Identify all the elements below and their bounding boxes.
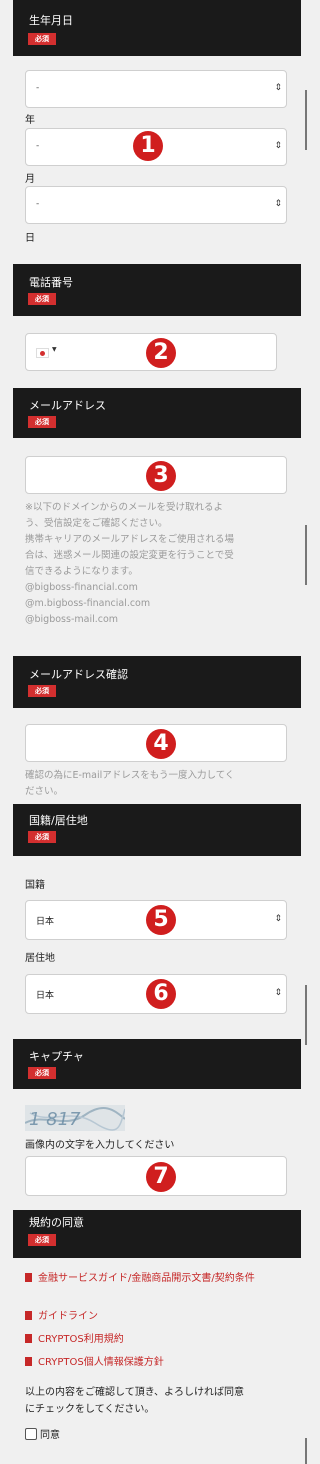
- note-line: 携帯キャリアのメールアドレスをご使用される場: [25, 534, 235, 545]
- section-title-birthdate: 生年月日: [29, 14, 73, 27]
- birth-day-label: 日: [25, 233, 35, 244]
- birth-year-label: 年: [25, 115, 35, 126]
- section-title-email-confirm: メールアドレス確認: [29, 668, 128, 681]
- section-header-terms: 規約の同意 必須: [13, 1210, 301, 1258]
- chevron-updown-icon: ⇕: [274, 141, 282, 151]
- scrollbar-thumb[interactable]: [305, 90, 307, 150]
- doc-link-cryptos-privacy[interactable]: CRYPTOS個人情報保護方針: [25, 1354, 291, 1371]
- document-icon: [25, 1357, 32, 1366]
- required-badge: 必須: [28, 1067, 56, 1079]
- doc-link-label: CRYPTOS利用規約: [38, 1334, 124, 1345]
- captcha-instruction: 画像内の文字を入力してください: [25, 1140, 175, 1151]
- note-line: 信できるようになります。: [25, 566, 138, 577]
- flag-japan-icon[interactable]: [36, 348, 49, 358]
- doc-link-label: CRYPTOS個人情報保護方針: [38, 1357, 164, 1368]
- scrollbar-thumb[interactable]: [305, 1438, 307, 1464]
- doc-link-financial-guide[interactable]: 金融サービスガイド/金融商品開示文書/契約条件: [25, 1270, 291, 1287]
- section-title-email: メールアドレス: [29, 399, 106, 412]
- captcha-text: 1 817: [29, 1109, 81, 1130]
- doc-link-cryptos-terms[interactable]: CRYPTOS利用規約: [25, 1331, 291, 1348]
- birth-year-select[interactable]: - ⇕: [25, 70, 287, 108]
- email-domain-note: ※以下のドメインからのメールを受け取れるよ う、受信設定をご確認ください。 携帯…: [25, 500, 287, 628]
- required-badge: 必須: [28, 1234, 56, 1246]
- required-badge: 必須: [28, 831, 56, 843]
- document-icon: [25, 1311, 32, 1320]
- notice-line: 以上の内容をご確認して頂き、よろしければ同意: [25, 1387, 244, 1398]
- annotation-badge: 3: [146, 461, 176, 491]
- annotation-badge: 2: [146, 338, 176, 368]
- birth-month-label: 月: [25, 174, 35, 185]
- note-line: う、受信設定をご確認ください。: [25, 518, 168, 529]
- section-header-birthdate: 生年月日 必須: [13, 0, 301, 56]
- birth-day-value: -: [36, 199, 40, 209]
- required-badge: 必須: [28, 293, 56, 305]
- agree-checkbox-row[interactable]: 同意: [25, 1426, 60, 1441]
- doc-link-label: ガイドライン: [38, 1311, 98, 1322]
- birth-day-select[interactable]: - ⇕: [25, 186, 287, 224]
- section-title-captcha: キャプチャ: [29, 1050, 84, 1063]
- scrollbar-thumb[interactable]: [305, 525, 307, 585]
- section-header-phone: 電話番号 必須: [13, 264, 301, 316]
- chevron-updown-icon: ⇕: [274, 988, 282, 998]
- chevron-updown-icon: ⇕: [274, 199, 282, 209]
- nationality-label: 国籍: [25, 880, 45, 891]
- agree-checkbox[interactable]: [25, 1427, 37, 1440]
- doc-link-label: 金融サービスガイド/金融商品開示文書/契約条件: [38, 1273, 255, 1284]
- annotation-badge: 6: [146, 979, 176, 1009]
- caret-down-icon[interactable]: ▼: [52, 346, 57, 353]
- annotation-badge: 4: [146, 729, 176, 759]
- birth-month-value: -: [36, 141, 40, 151]
- document-icon: [25, 1273, 32, 1282]
- terms-notice: 以上の内容をご確認して頂き、よろしければ同意 にチェックをしてください。: [25, 1384, 295, 1418]
- section-title-phone: 電話番号: [29, 276, 73, 289]
- scrollbar-thumb[interactable]: [305, 985, 307, 1045]
- residence-value: 日本: [36, 991, 55, 1001]
- required-badge: 必須: [28, 685, 56, 697]
- required-badge: 必須: [28, 33, 56, 45]
- section-title-terms: 規約の同意: [29, 1216, 84, 1229]
- note-line: 確認の為にE-mailアドレスをもう一度入力してく: [25, 770, 235, 781]
- chevron-updown-icon: ⇕: [274, 914, 282, 924]
- annotation-badge: 1: [133, 131, 163, 161]
- section-header-email-confirm: メールアドレス確認 必須: [13, 656, 301, 708]
- section-header-nationality: 国籍/居住地 必須: [13, 804, 301, 856]
- required-badge: 必須: [28, 416, 56, 428]
- captcha-image: 1 817: [25, 1105, 125, 1131]
- chevron-updown-icon: ⇕: [274, 83, 282, 93]
- note-line: @bigboss-financial.com: [25, 582, 138, 593]
- note-line: ださい。: [25, 786, 64, 797]
- agree-label: 同意: [40, 1430, 60, 1441]
- birth-year-value: -: [36, 83, 40, 93]
- residence-label: 居住地: [25, 953, 55, 964]
- notice-line: にチェックをしてください。: [25, 1404, 155, 1415]
- note-line: @m.bigboss-financial.com: [25, 598, 151, 609]
- document-icon: [25, 1334, 32, 1343]
- section-header-captcha: キャプチャ 必須: [13, 1039, 301, 1089]
- note-line: @bigboss-mail.com: [25, 614, 119, 625]
- note-line: ※以下のドメインからのメールを受け取れるよ: [25, 502, 223, 513]
- note-line: 合は、迷惑メール関連の設定変更を行うことで受: [25, 550, 234, 561]
- annotation-badge: 7: [146, 1162, 176, 1192]
- section-header-email: メールアドレス 必須: [13, 388, 301, 438]
- annotation-badge: 5: [146, 905, 176, 935]
- section-title-nationality: 国籍/居住地: [29, 814, 88, 827]
- email-confirm-note: 確認の為にE-mailアドレスをもう一度入力してく ださい。: [25, 768, 287, 800]
- doc-link-guideline[interactable]: ガイドライン: [25, 1308, 291, 1325]
- nationality-value: 日本: [36, 917, 55, 927]
